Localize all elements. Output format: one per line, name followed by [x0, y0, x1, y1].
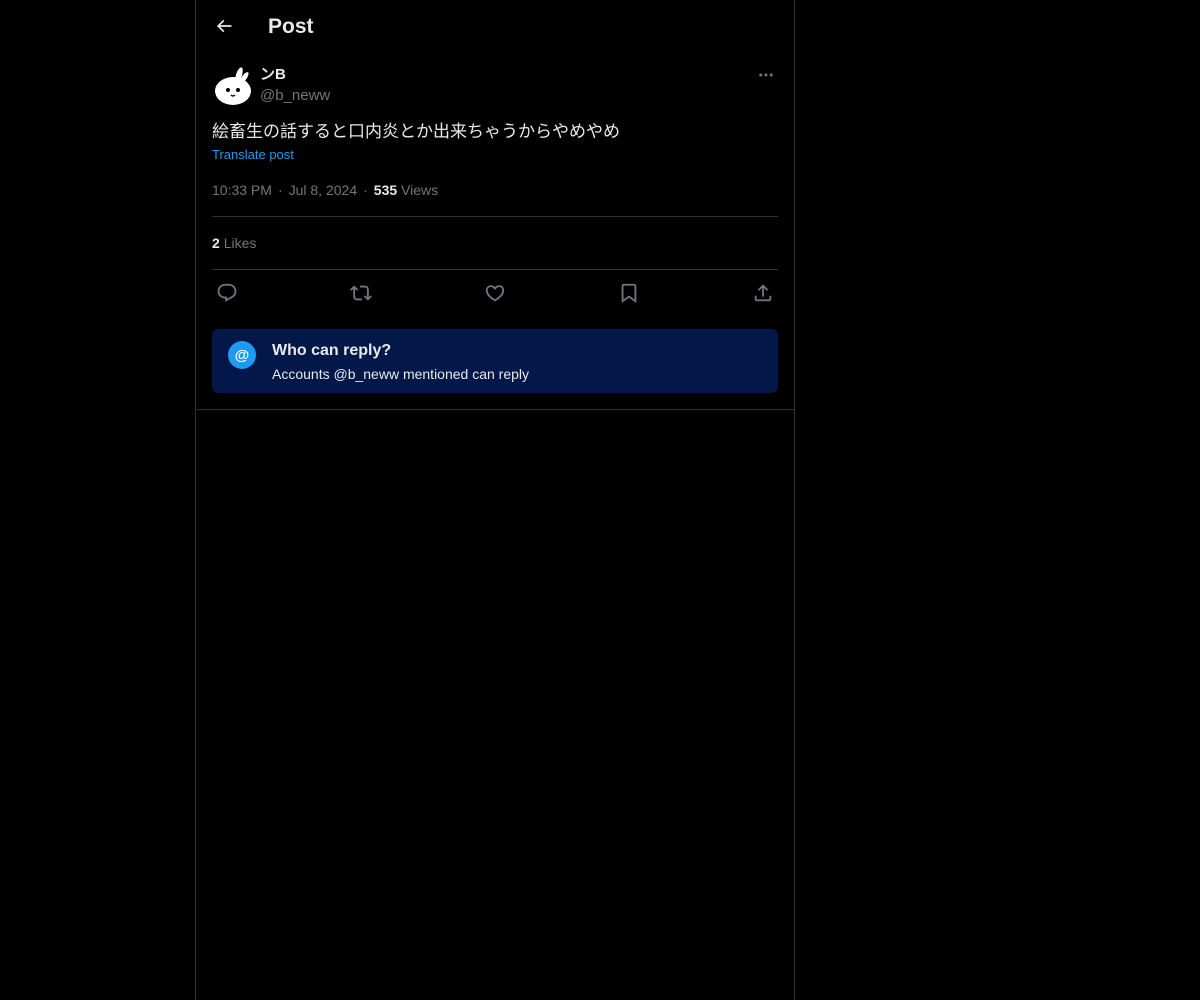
more-horizontal-icon [759, 73, 773, 77]
top-bar: Post [196, 0, 794, 53]
at-sign-icon: @ [228, 341, 256, 369]
repost-icon [350, 285, 372, 301]
bookmark-icon [621, 283, 637, 304]
who-can-reply-title: Who can reply? [272, 342, 392, 359]
likes-label: Likes [223, 235, 257, 251]
reply-bubble-icon [217, 283, 237, 302]
bookmark-button[interactable] [614, 279, 644, 307]
meta-separator: · [277, 182, 283, 198]
likes-link[interactable]: 2 Likes [212, 233, 256, 253]
heart-icon [485, 285, 505, 302]
share-upload-icon [754, 284, 772, 302]
like-button[interactable] [480, 279, 510, 307]
views-label: Views [401, 182, 439, 198]
who-can-reply-subtitle: Accounts @b_neww mentioned can reply [272, 366, 530, 382]
translate-post-link[interactable]: Translate post [212, 146, 294, 164]
more-options-button[interactable] [754, 63, 778, 87]
post-time[interactable]: 10:33 PM [212, 182, 272, 198]
divider [212, 216, 778, 217]
repost-button[interactable] [346, 279, 376, 307]
back-button[interactable] [206, 8, 242, 44]
post-column: Post ンB @b_neww 絵畜生の話すると口内炎とか出来ちゃうからやめやめ [195, 0, 795, 1000]
share-button[interactable] [748, 279, 778, 307]
who-can-reply-notice: @ Who can reply? Accounts @b_neww mentio… [212, 329, 778, 393]
divider [212, 269, 778, 270]
post-meta: 10:33 PM · Jul 8, 2024 · 535 Views [212, 180, 438, 200]
meta-separator: · [363, 182, 368, 198]
likes-count: 2 [212, 235, 220, 251]
avatar[interactable] [212, 65, 254, 107]
views-count: 535 [373, 182, 398, 198]
avatar-image [212, 65, 254, 107]
author-handle[interactable]: @b_neww [260, 86, 330, 106]
reply-button[interactable] [212, 279, 242, 307]
section-divider [196, 409, 794, 410]
post-date[interactable]: Jul 8, 2024 [289, 182, 358, 198]
action-bar [212, 279, 778, 307]
display-name[interactable]: ンB [260, 65, 286, 85]
arrow-left-icon [216, 19, 232, 33]
post-text: 絵畜生の話すると口内炎とか出来ちゃうからやめやめ [212, 122, 620, 141]
page-title: Post [268, 15, 314, 38]
